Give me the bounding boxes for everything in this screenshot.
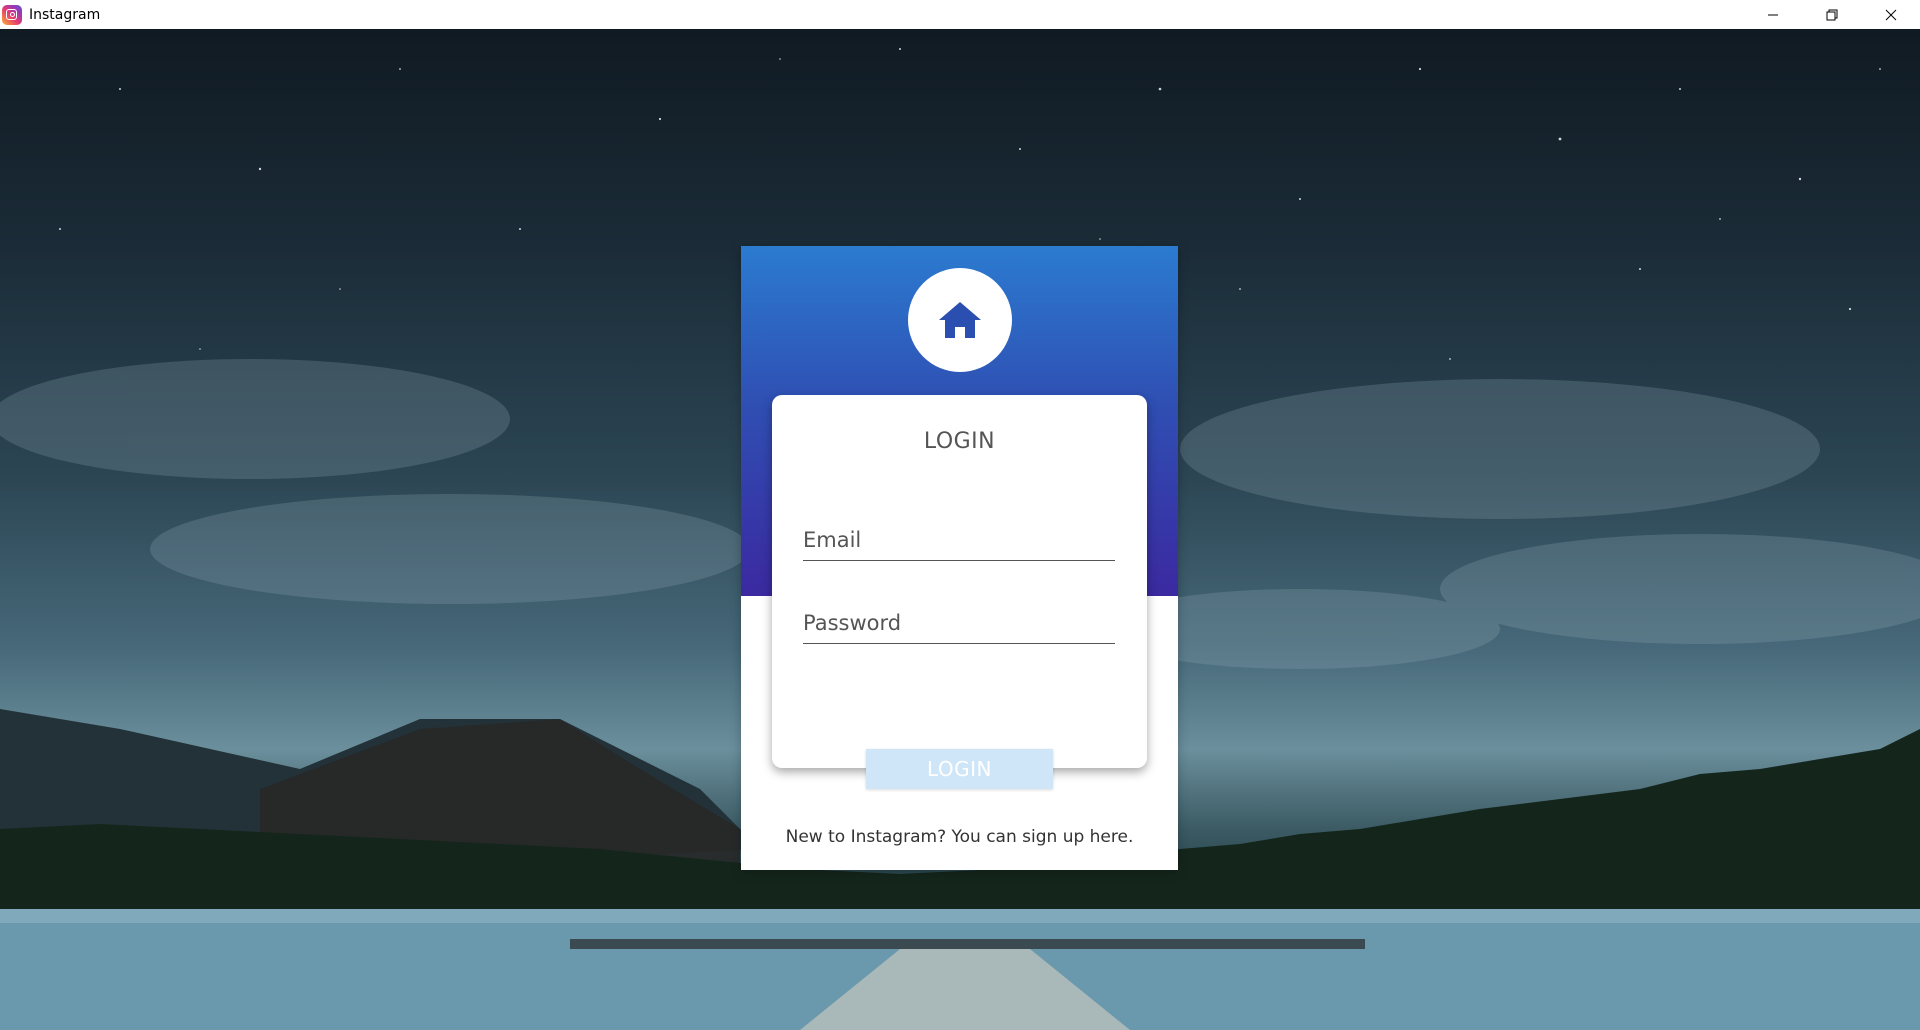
restore-button[interactable]: [1802, 0, 1861, 29]
home-badge: [908, 268, 1012, 372]
login-form: LOGIN: [772, 395, 1147, 768]
password-field[interactable]: [803, 603, 1115, 644]
restore-icon: [1826, 9, 1837, 20]
close-button[interactable]: [1861, 0, 1920, 29]
login-title: LOGIN: [923, 429, 996, 454]
close-icon: [1885, 9, 1896, 20]
email-field[interactable]: [803, 520, 1115, 561]
login-button[interactable]: LOGIN: [866, 749, 1053, 789]
title-bar: Instagram: [0, 0, 1920, 29]
background-scene: LOGIN LOGIN New to Instagram? You can si…: [0, 29, 1920, 1030]
signup-prefix-text: New to Instagram? You can: [785, 827, 1023, 847]
instagram-logo-icon: [2, 4, 22, 25]
window-title: Instagram: [29, 6, 101, 23]
signup-prompt: New to Instagram? You can sign up here.: [741, 827, 1178, 847]
signup-link[interactable]: sign up here.: [1022, 827, 1133, 847]
login-panel: LOGIN LOGIN New to Instagram? You can si…: [741, 246, 1178, 870]
window-controls: [1743, 0, 1920, 29]
minimize-icon: [1767, 14, 1778, 15]
app-window: Instagram LOGIN Email LOGIN New to Insta…: [0, 0, 1920, 1030]
minimize-button[interactable]: [1743, 0, 1802, 29]
home-icon: [939, 302, 981, 338]
